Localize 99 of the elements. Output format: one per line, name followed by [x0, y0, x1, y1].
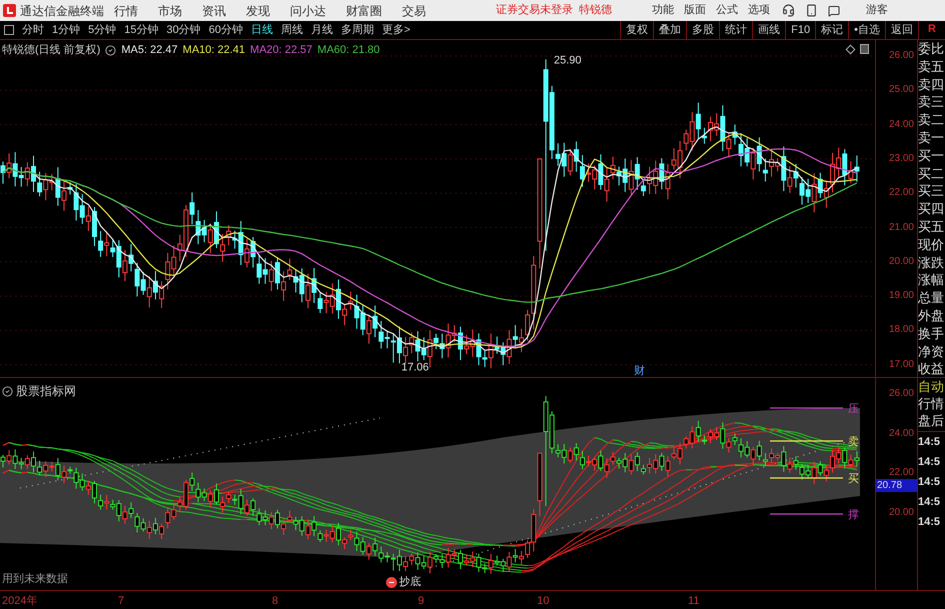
- quote-field-label: 卖三: [918, 93, 945, 112]
- period-tab[interactable]: 15分钟: [124, 22, 158, 38]
- menu-item[interactable]: 行情: [114, 2, 138, 20]
- time-axis-label: 7: [118, 594, 124, 609]
- ma-legend-value: MA60: 21.80: [317, 43, 380, 58]
- quote-field-label: 买四: [918, 200, 945, 218]
- chart-toolbar-button[interactable]: F10: [785, 21, 816, 39]
- indicator-axis-label: 24.00: [888, 428, 914, 440]
- quote-field-label: 买五: [918, 218, 945, 236]
- price-axis-label: 17.00: [888, 358, 914, 371]
- price-axis-label: 24.00: [888, 118, 914, 131]
- level-label: 撑: [848, 509, 859, 521]
- chart-toolbar-button[interactable]: •自选: [848, 21, 885, 39]
- tool-menu-item[interactable]: 公式: [716, 2, 738, 19]
- stock-link[interactable]: 特锐德: [579, 2, 612, 19]
- ma-legend-value: MA20: 22.57: [250, 43, 312, 58]
- trade-time: 14:5: [918, 475, 942, 490]
- trade-time: 14:5: [918, 515, 942, 530]
- price-axis-label: 23.00: [888, 152, 914, 165]
- quote-field-label: 涨幅: [918, 271, 945, 290]
- menu-item[interactable]: 资讯: [202, 2, 226, 20]
- price-axis-label: 26.00: [888, 50, 914, 62]
- level-label: 压: [848, 403, 859, 415]
- menu-item[interactable]: 问小达: [290, 2, 326, 20]
- quote-field-label: 买二: [918, 164, 945, 182]
- menu-item[interactable]: 财富圈: [346, 2, 382, 20]
- quote-field-label: 涨跌: [918, 254, 945, 272]
- user-menu[interactable]: 游客: [866, 2, 888, 19]
- period-tab[interactable]: 分时: [22, 22, 44, 38]
- period-tab[interactable]: 周线: [281, 22, 303, 38]
- quote-field-label: 卖二: [918, 111, 945, 129]
- chart-title: 特锐德(日线 前复权): [2, 43, 100, 58]
- ma-legend-value: MA5: 22.47: [121, 43, 178, 58]
- period-tab[interactable]: 60分钟: [208, 22, 243, 38]
- period-tab[interactable]: 1分钟: [52, 22, 80, 38]
- time-axis-label: 10: [537, 594, 550, 609]
- chart-toolbar-button[interactable]: 多股: [686, 21, 720, 39]
- high-price-label: 25.90: [554, 54, 582, 66]
- quote-field-label: 卖一: [918, 128, 945, 147]
- chart-toolbar-button[interactable]: 复权: [620, 21, 654, 39]
- level-label: 卖: [848, 436, 859, 448]
- menu-item[interactable]: 发现: [246, 2, 270, 20]
- trade-time: 14:5: [918, 495, 942, 510]
- quote-field-label: 净资: [918, 342, 945, 360]
- time-axis-label: 9: [418, 594, 424, 609]
- price-axis-label: 21.00: [888, 222, 914, 234]
- tool-menu-item[interactable]: 功能: [652, 2, 674, 19]
- time-axis-label: 11: [688, 594, 700, 609]
- quote-field-label: 买一: [918, 146, 945, 165]
- time-axis-label: 2024年: [2, 594, 38, 609]
- current-value-label: 20.78: [876, 479, 917, 492]
- period-tab[interactable]: 多周期: [341, 22, 374, 38]
- trade-time: 14:5: [918, 435, 942, 450]
- login-notice: 证券交易未登录: [496, 2, 573, 18]
- indicator-axis-label: 20.00: [888, 506, 914, 518]
- chart-toolbar-button[interactable]: 标记: [815, 21, 848, 39]
- menu-item[interactable]: 市场: [158, 2, 182, 20]
- indicator-axis-label: 26.00: [888, 388, 914, 400]
- quote-field-label: 总量: [918, 289, 945, 307]
- mode-tab[interactable]: 行情: [918, 395, 945, 412]
- chart-toolbar-button[interactable]: 统计: [719, 21, 752, 39]
- quote-field-label: 外盘: [918, 306, 945, 325]
- price-axis-label: 25.00: [888, 84, 914, 96]
- low-price-label: 17.06: [401, 362, 429, 374]
- finance-marker: 财: [634, 365, 645, 377]
- indicator-note: 用到未来数据: [2, 572, 68, 587]
- tool-menu-item[interactable]: 选项: [748, 2, 770, 19]
- corner-label: R: [918, 21, 945, 39]
- chart-toolbar-button[interactable]: 画线: [752, 21, 786, 39]
- level-label: 买: [848, 473, 859, 485]
- app-title: 通达信金融终端: [20, 2, 105, 20]
- quote-field-label: 卖五: [918, 58, 945, 76]
- period-tab[interactable]: 30分钟: [166, 22, 201, 38]
- tool-menu-item[interactable]: 版面: [684, 2, 706, 19]
- chart-toolbar-button[interactable]: 返回: [885, 21, 918, 39]
- quote-field-label: 买三: [918, 182, 945, 200]
- indicator-axis-label: 22.00: [888, 467, 914, 479]
- menu-item[interactable]: 交易: [402, 2, 426, 20]
- period-tab[interactable]: 更多>: [382, 22, 410, 38]
- time-axis-label: 8: [272, 594, 278, 609]
- indicator-title: 股票指标网: [16, 383, 76, 400]
- chart-toolbar-button[interactable]: 叠加: [653, 21, 686, 39]
- price-axis-label: 20.00: [888, 256, 914, 268]
- period-tab[interactable]: 日线: [251, 22, 273, 38]
- period-tab[interactable]: 月线: [311, 22, 333, 38]
- period-tab[interactable]: 5分钟: [88, 22, 116, 38]
- price-axis-label: 19.00: [888, 290, 914, 302]
- quote-field-label: 收益: [918, 360, 945, 378]
- mode-tab[interactable]: 自动: [918, 378, 945, 395]
- price-axis-label: 18.00: [888, 324, 914, 336]
- trade-time: 14:5: [918, 455, 942, 470]
- price-axis-label: 22.00: [888, 187, 914, 200]
- mode-tab[interactable]: 盘后: [918, 412, 945, 429]
- quote-field-label: 换手: [918, 324, 945, 343]
- ma-legend-value: MA10: 22.41: [182, 43, 246, 58]
- signal-label: 抄底: [399, 574, 421, 590]
- quote-field-label: 现价: [918, 236, 945, 254]
- quote-field-label: 卖四: [918, 76, 945, 94]
- quote-field-label: 委比: [918, 40, 945, 58]
